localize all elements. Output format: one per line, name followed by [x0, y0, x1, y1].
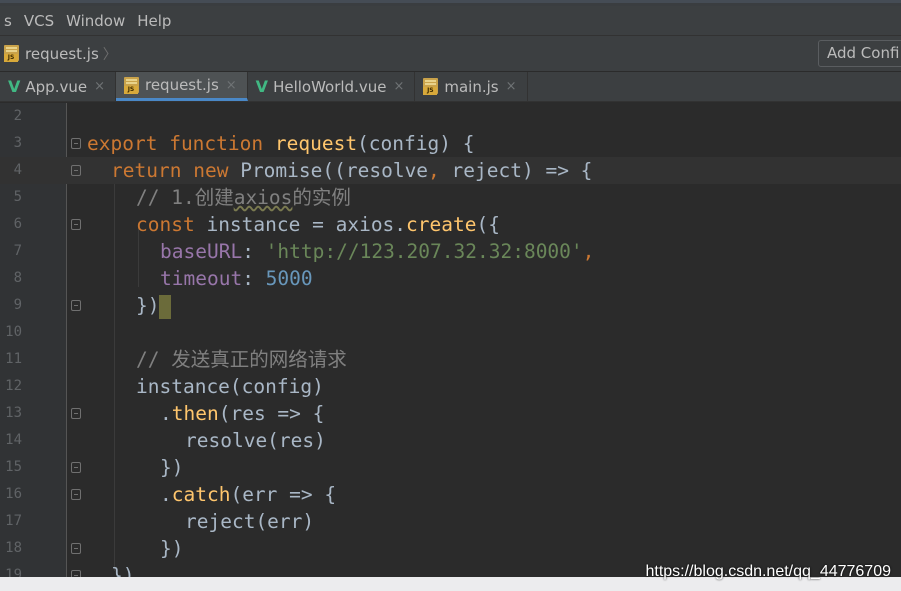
code-editor[interactable]: 2 3 export function request(config) { 4 … — [0, 103, 901, 577]
code-line-current: 4 return new Promise((resolve, reject) =… — [0, 157, 901, 184]
code-text: }) — [160, 537, 184, 560]
close-icon[interactable]: × — [506, 79, 517, 94]
js-file-icon: JS — [123, 76, 142, 94]
line-number: 12 — [5, 378, 22, 394]
fold-marker-icon[interactable] — [71, 570, 81, 577]
code-line: 12 instance(config) — [0, 373, 901, 400]
fold-marker-icon[interactable] — [71, 138, 81, 149]
line-number: 16 — [5, 486, 22, 502]
code-line: 16 .catch(err => { — [0, 481, 901, 508]
menu-item-window[interactable]: Window — [66, 12, 125, 30]
code-line: 18 }) — [0, 535, 901, 562]
fold-marker-icon[interactable] — [71, 489, 81, 500]
line-number: 10 — [5, 324, 22, 340]
line-number: 17 — [5, 513, 22, 529]
fold-marker-icon[interactable] — [71, 462, 81, 473]
line-number: 8 — [13, 270, 22, 286]
code-line: 15 }) — [0, 454, 901, 481]
line-number: 5 — [13, 189, 22, 205]
js-file-icon: JS — [423, 78, 441, 95]
code-line: 11 // 发送真正的网络请求 — [0, 346, 901, 373]
fold-marker-icon[interactable] — [71, 543, 81, 554]
code-line: 5 // 1.创建axios的实例 — [0, 184, 901, 211]
code-text: instance(config) — [136, 375, 324, 398]
close-icon[interactable]: × — [94, 79, 105, 94]
line-number: 9 — [13, 297, 22, 313]
line-number: 2 — [13, 108, 22, 124]
code-text: timeout: 5000 — [160, 267, 313, 290]
fold-marker-icon[interactable] — [71, 219, 81, 230]
code-text: resolve(res) — [185, 429, 326, 452]
line-number: 19 — [5, 567, 22, 577]
code-line: 17 reject(err) — [0, 508, 901, 535]
code-line: 2 — [0, 103, 901, 130]
code-line: 6 const instance = axios.create({ — [0, 211, 901, 238]
code-text: }) — [111, 564, 135, 577]
tab-label: HelloWorld.vue — [273, 77, 387, 96]
fold-marker-icon[interactable] — [71, 408, 81, 419]
navigation-bar: JS request.js 〉 Add Confi — [0, 36, 901, 72]
add-configuration-button[interactable]: Add Confi — [818, 40, 901, 67]
menu-item-partial[interactable]: s — [4, 12, 12, 30]
menu-item-vcs[interactable]: VCS — [24, 12, 54, 30]
breadcrumb-file-label: request.js — [25, 44, 99, 63]
breadcrumb[interactable]: JS request.js 〉 — [4, 44, 117, 64]
close-icon[interactable]: × — [393, 79, 404, 94]
code-comment: // 1.创建axios的实例 — [136, 186, 351, 209]
code-text: const instance = axios.create({ — [136, 213, 500, 236]
code-line: 8 timeout: 5000 — [0, 265, 901, 292]
vue-icon: V — [255, 77, 269, 96]
code-line: 3 export function request(config) { — [0, 130, 901, 157]
tab-label: App.vue — [25, 77, 88, 96]
line-number: 4 — [13, 162, 22, 178]
line-number: 14 — [5, 432, 22, 448]
code-line: 7 baseURL: 'http://123.207.32.32:8000', — [0, 238, 901, 265]
tab-request-js[interactable]: JS request.js × — [115, 72, 248, 101]
close-icon[interactable]: × — [226, 78, 237, 93]
menu-bar: s VCS Window Help — [0, 6, 901, 36]
watermark-text: https://blog.csdn.net/qq_44776709 — [645, 563, 891, 580]
fold-marker-icon[interactable] — [71, 165, 81, 176]
code-text: reject(err) — [185, 510, 315, 533]
tab-label: main.js — [444, 77, 499, 96]
code-line: 10 — [0, 319, 901, 346]
tab-label: request.js — [144, 76, 219, 94]
code-text: .then(res => { — [160, 402, 325, 425]
code-text: export function request(config) { — [87, 132, 475, 155]
editor-tab-bar: V App.vue × JS request.js × V HelloWorld… — [0, 72, 901, 102]
line-number: 6 — [13, 216, 22, 232]
code-text: }) — [136, 292, 172, 319]
line-number: 3 — [13, 135, 22, 151]
line-number: 7 — [13, 243, 22, 259]
code-line: 14 resolve(res) — [0, 427, 901, 454]
line-number: 11 — [5, 351, 22, 367]
menu-item-help[interactable]: Help — [137, 12, 171, 30]
text-cursor — [159, 294, 172, 319]
line-number: 13 — [5, 405, 22, 421]
code-line: 13 .then(res => { — [0, 400, 901, 427]
code-text: baseURL: 'http://123.207.32.32:8000', — [160, 240, 595, 263]
code-text: }) — [160, 456, 184, 479]
code-comment: // 发送真正的网络请求 — [136, 348, 347, 371]
code-text: return new Promise((resolve, reject) => … — [111, 159, 593, 182]
fold-marker-icon[interactable] — [71, 300, 81, 311]
breadcrumb-separator: 〉 — [102, 46, 117, 63]
vue-icon: V — [8, 77, 21, 96]
code-line: 9 }) — [0, 292, 901, 319]
js-file-icon: JS — [4, 45, 22, 62]
tab-main-js[interactable]: JS main.js × — [415, 72, 528, 101]
tab-helloworld-vue[interactable]: V HelloWorld.vue × — [248, 72, 416, 101]
tab-app-vue[interactable]: V App.vue × — [0, 72, 116, 101]
line-number: 15 — [5, 459, 22, 475]
line-number: 18 — [5, 540, 22, 556]
code-text: .catch(err => { — [160, 483, 337, 506]
